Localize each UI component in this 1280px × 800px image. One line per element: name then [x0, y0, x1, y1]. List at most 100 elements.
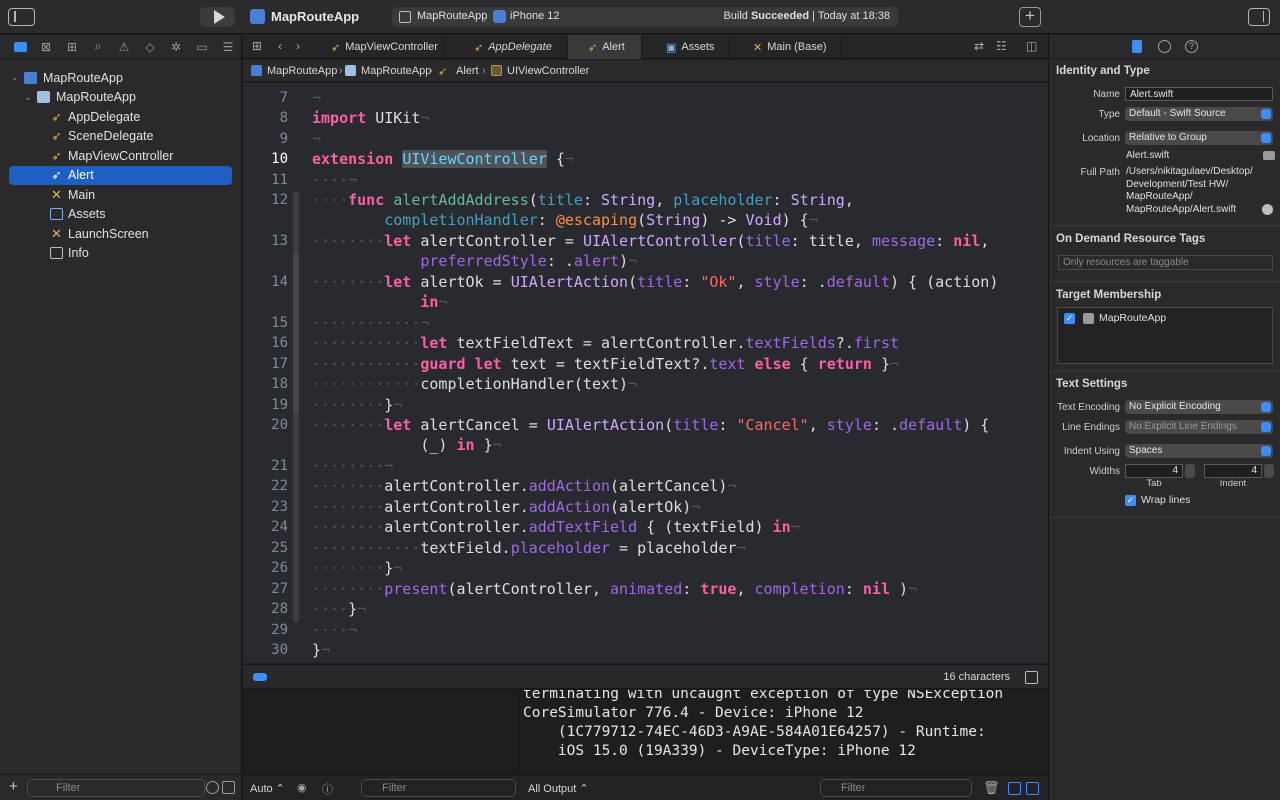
field-label: Line Endings — [1062, 422, 1120, 433]
navigator-filter-input[interactable]: Filter — [27, 779, 205, 797]
breadcrumb-item[interactable]: MapRouteApp — [361, 65, 431, 77]
project-navigator-tab[interactable] — [7, 36, 33, 58]
forward-icon[interactable]: › — [296, 39, 300, 53]
tree-item-group[interactable]: ⌄ MapRouteApp — [0, 88, 241, 108]
scheme-icon — [399, 11, 411, 23]
chevron-down-icon[interactable]: ⌄ — [24, 92, 32, 103]
symbol-navigator-tab[interactable]: ⊞ — [59, 36, 85, 58]
library-add-button[interactable]: + — [1019, 7, 1041, 27]
recent-files-icon[interactable] — [206, 781, 219, 794]
source-control-filter-icon[interactable] — [222, 781, 235, 794]
info-icon[interactable]: ⓘ — [322, 781, 333, 797]
inspector-toggle-icon[interactable] — [1248, 8, 1270, 26]
warning-icon: ⚠ — [118, 39, 130, 54]
project-navigator: ⊠ ⊞ ⌕ ⚠ ◇ ✲ ▭ ☰ ⌄ MapRouteApp ⌄ MapRoute… — [0, 35, 242, 800]
tree-item-assets[interactable]: Assets — [0, 205, 241, 225]
file-inspector-tab-icon[interactable] — [1132, 40, 1142, 53]
folder-icon — [37, 91, 50, 104]
tab-alert[interactable]: ➶ Alert — [568, 35, 642, 59]
full-path-line: MapRouteApp/ — [1126, 191, 1193, 202]
tree-item-scenedelegate[interactable]: ➶ SceneDelegate — [0, 127, 241, 147]
navigator-toggle-icon[interactable] — [8, 8, 35, 26]
search-icon: ⌕ — [94, 39, 102, 53]
hide-debug-area-icon[interactable] — [1025, 671, 1038, 684]
indent-width-stepper[interactable] — [1264, 464, 1274, 478]
tab-main-base[interactable]: ✕ Main (Base) — [729, 35, 841, 59]
full-path-line: Development/Test HW/ — [1126, 178, 1229, 190]
folder-icon — [13, 41, 27, 52]
name-field[interactable]: Alert.swift — [1125, 87, 1273, 101]
history-inspector-tab-icon[interactable] — [1158, 40, 1171, 53]
report-navigator-tab[interactable]: ☰ — [215, 36, 241, 58]
encoding-popup[interactable]: No Explicit Encoding — [1125, 400, 1273, 414]
tree-item-launchscreen[interactable]: ✕ LaunchScreen — [0, 224, 241, 244]
tab-label: Assets — [681, 41, 715, 53]
location-popup[interactable]: Relative to Group — [1125, 131, 1273, 145]
tab-assets[interactable]: ▣ Assets — [642, 35, 729, 59]
tree-item-appdelegate[interactable]: ➶ AppDelegate — [0, 107, 241, 127]
variables-filter-input[interactable]: Filter — [361, 779, 516, 797]
chevron-down-icon[interactable]: ⌄ — [11, 72, 19, 83]
tab-caption: Tab — [1146, 478, 1162, 489]
scheme-target[interactable]: MapRouteApp — [417, 10, 487, 22]
console-pane-icon[interactable] — [1026, 782, 1039, 795]
indent-using-popup[interactable]: Spaces — [1125, 444, 1273, 458]
swap-icon[interactable]: ⇄ — [974, 39, 984, 53]
split-editor-icon[interactable]: ◫ — [1026, 39, 1037, 53]
run-button[interactable] — [200, 7, 235, 27]
test-navigator-tab[interactable]: ◇ — [137, 36, 163, 58]
indent-width-field[interactable]: 4 — [1204, 464, 1262, 478]
debug-navigator-tab[interactable]: ✲ — [163, 36, 189, 58]
breadcrumb-item[interactable]: Alert — [456, 65, 479, 77]
help-inspector-tab-icon[interactable]: ? — [1185, 40, 1198, 53]
back-icon[interactable]: ‹ — [278, 39, 282, 53]
tree-item-main[interactable]: ✕ Main — [0, 185, 241, 205]
scheme-status-bar[interactable]: MapRouteApp 〉 iPhone 12 Build Succeeded … — [392, 7, 898, 27]
build-status: Build Succeeded | Today at 18:38 — [723, 10, 890, 22]
source-control-tab[interactable]: ⊠ — [33, 36, 59, 58]
source-editor[interactable]: 7 8 9 10 11 12 13 14 15 16 17 18 19 20 2… — [243, 83, 1048, 663]
variables-pane-icon[interactable] — [1008, 782, 1021, 795]
code-fold-ribbon[interactable] — [293, 253, 299, 413]
section-title: Text Settings — [1056, 378, 1128, 390]
tags-input[interactable]: Only resources are taggable — [1058, 255, 1273, 270]
find-navigator-tab[interactable]: ⌕ — [85, 36, 111, 58]
file-inspector: ? Identity and Type Name Alert.swift Typ… — [1048, 35, 1280, 800]
tree-item-alert[interactable]: ➶ Alert — [9, 165, 232, 185]
target-checkbox[interactable]: ✓ — [1064, 313, 1075, 324]
trash-icon[interactable]: 🗑 — [983, 780, 1000, 796]
tab-width-field[interactable]: 4 — [1125, 464, 1183, 478]
tab-width-stepper[interactable] — [1185, 464, 1195, 478]
line-endings-popup[interactable]: No Explicit Line Endings — [1125, 420, 1273, 434]
line-number: 28 — [271, 601, 288, 617]
line-number: 9 — [279, 131, 288, 147]
wrap-lines-checkbox[interactable]: ✓ — [1125, 495, 1136, 506]
tab-mapviewcontroller[interactable]: ➶ MapViewController — [327, 35, 444, 59]
editor-options-icon[interactable]: ☷ — [996, 39, 1007, 53]
breakpoint-navigator-tab[interactable]: ▭ — [189, 36, 215, 58]
reveal-in-finder-icon[interactable] — [1262, 204, 1273, 215]
extension-icon — [491, 65, 502, 76]
chevron-right-icon: › — [482, 65, 486, 77]
breadcrumb-item[interactable]: MapRouteApp — [267, 65, 337, 77]
code-line: ············let textFieldText = alertCon… — [312, 334, 900, 352]
tree-item-label: MapViewController — [68, 148, 174, 163]
eye-icon[interactable]: ◉ — [297, 781, 307, 794]
tab-appdelegate[interactable]: ➶ AppDelegate — [444, 35, 568, 59]
issue-navigator-tab[interactable]: ⚠ — [111, 36, 137, 58]
tree-item-info[interactable]: Info — [0, 244, 241, 264]
type-popup[interactable]: Default - Swift Source — [1125, 107, 1273, 121]
console-filter-input[interactable]: Filter — [820, 779, 972, 797]
add-file-button[interactable]: + — [9, 778, 18, 795]
auto-variables-popup[interactable]: Auto ⌃ — [250, 782, 285, 795]
tree-item-mapviewcontroller[interactable]: ➶ MapViewController — [0, 146, 241, 166]
device-icon — [493, 10, 506, 23]
code-line: ············textField.placeholder = plac… — [312, 539, 746, 557]
output-popup[interactable]: All Output ⌃ — [528, 782, 589, 795]
breadcrumb-item[interactable]: UIViewController — [507, 65, 589, 77]
debug-area-toggle[interactable] — [253, 673, 267, 681]
folder-icon[interactable] — [1263, 151, 1275, 160]
grid-icon[interactable]: ⊞ — [252, 39, 262, 53]
tree-item-project[interactable]: ⌄ MapRouteApp — [0, 68, 241, 88]
scheme-device[interactable]: iPhone 12 — [510, 10, 560, 22]
